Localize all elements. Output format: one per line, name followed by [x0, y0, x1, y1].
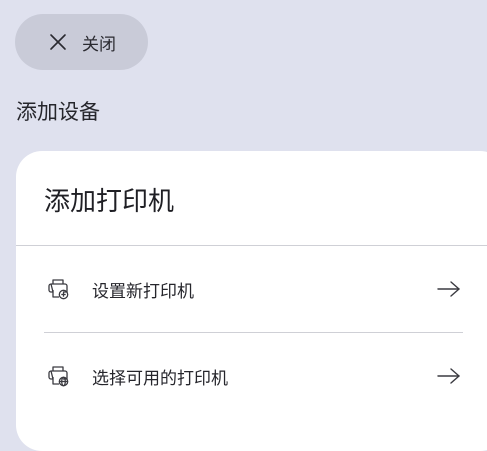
printer-add-icon — [46, 276, 72, 302]
setup-new-printer-label: 设置新打印机 — [92, 281, 194, 302]
select-available-printer-label: 选择可用的打印机 — [92, 368, 228, 389]
arrow-right-icon — [435, 364, 463, 388]
setup-new-printer-option[interactable]: 设置新打印机 — [16, 246, 487, 332]
close-icon — [48, 32, 68, 52]
card-title: 添加打印机 — [44, 187, 175, 217]
section-title: 添加设备 — [16, 100, 100, 124]
printer-network-icon — [46, 363, 72, 389]
close-button-label: 关闭 — [82, 34, 116, 55]
select-available-printer-option[interactable]: 选择可用的打印机 — [16, 333, 487, 419]
close-button[interactable]: 关闭 — [15, 14, 148, 70]
arrow-right-icon — [435, 277, 463, 301]
add-printer-card: 添加打印机 设置新打印机 选择可用的打印机 — [16, 151, 487, 451]
